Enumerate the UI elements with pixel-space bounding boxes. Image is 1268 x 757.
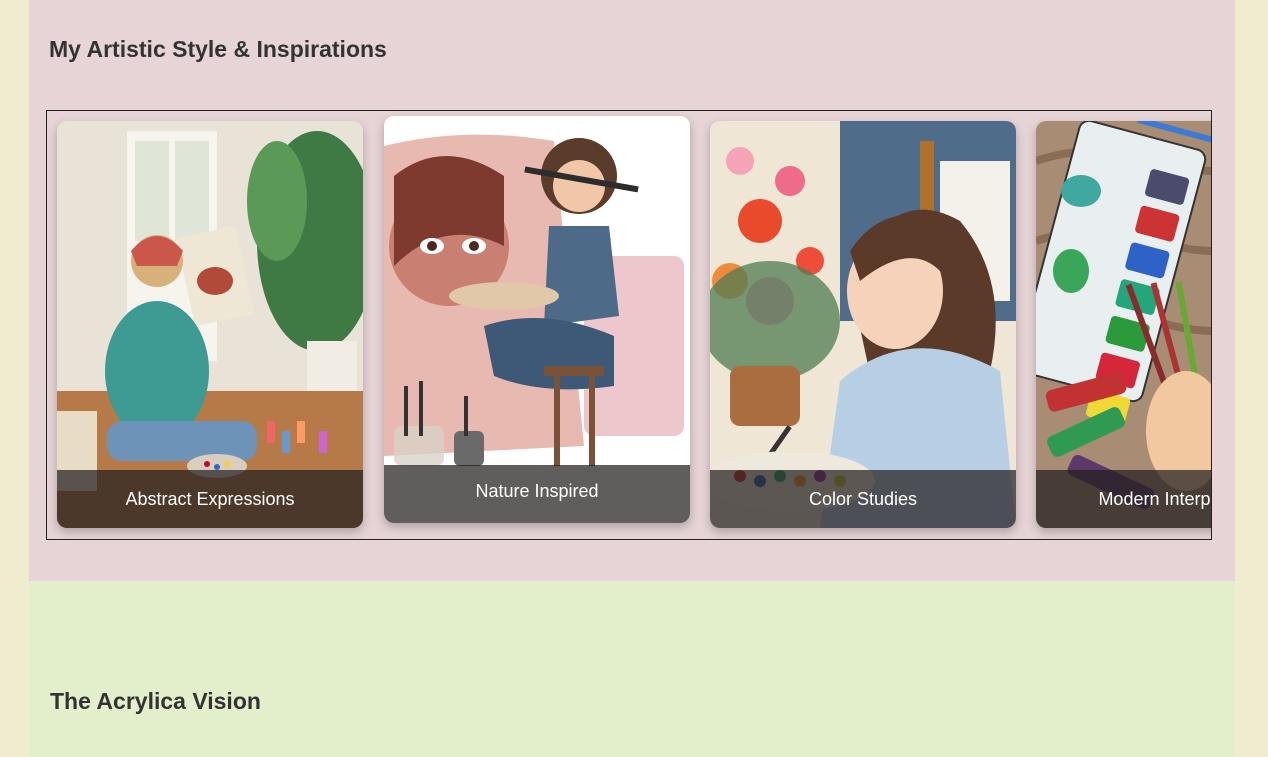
vision-section: The Acrylica Vision — [29, 581, 1235, 757]
card-caption: Color Studies — [710, 470, 1016, 528]
style-card-color[interactable]: Color Studies — [710, 121, 1016, 528]
girl-painting-flowers-illustration — [710, 121, 1016, 528]
girl-with-brush-illustration — [384, 116, 690, 523]
watercolor-palette-illustration — [1036, 121, 1211, 528]
painter-on-floor-illustration — [57, 121, 363, 528]
card-caption: Abstract Expressions — [57, 470, 363, 528]
styles-section: My Artistic Style & Inspirations Abstrac… — [29, 0, 1235, 581]
styles-section-title: My Artistic Style & Inspirations — [49, 36, 387, 62]
page: My Artistic Style & Inspirations Abstrac… — [29, 0, 1235, 757]
card-caption: Modern Interpretations — [1036, 470, 1211, 528]
style-card-nature[interactable]: Nature Inspired — [384, 116, 690, 523]
style-card-modern[interactable]: Modern Interpretations — [1036, 121, 1211, 528]
card-caption: Nature Inspired — [384, 465, 690, 523]
vision-section-title: The Acrylica Vision — [50, 688, 261, 714]
style-card-abstract[interactable]: Abstract Expressions — [57, 121, 363, 528]
style-carousel[interactable]: Abstract Expressions Nature Inspired Col… — [46, 110, 1212, 540]
